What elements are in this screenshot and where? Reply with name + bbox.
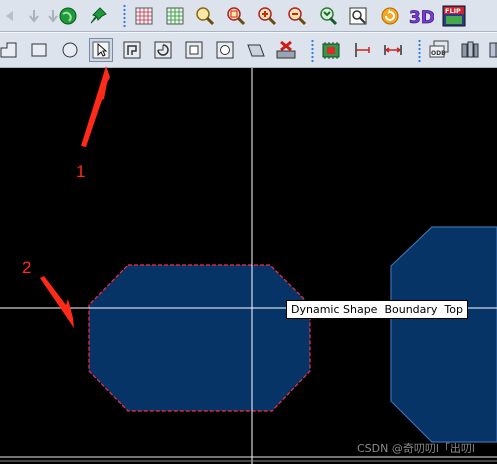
shape-ellipse-void-icon[interactable] [213,38,237,62]
toolbar-separator [418,39,421,63]
flip-label: FLIP [445,7,461,15]
shape-rect-icon[interactable] [27,38,51,62]
watermark: CSDN @奇叨叨l「出叨l [357,442,475,455]
shape-poly-icon[interactable] [0,38,21,62]
zoom-world-icon[interactable] [346,4,370,28]
measure-icon[interactable] [381,38,405,62]
refresh-icon[interactable] [378,4,402,28]
odb-export-icon[interactable]: ODB [427,38,451,62]
layers-icon[interactable] [458,38,482,62]
shape-edit-icon[interactable] [244,38,268,62]
3d-view-label: 3D [409,8,434,27]
zoom-fit-icon[interactable] [193,4,217,28]
shape-tooltip: Dynamic Shape Boundary Top [286,300,468,319]
main-toolbar: 3D FLIP [0,0,497,32]
zoom-in-icon[interactable] [255,4,279,28]
undo-icon[interactable] [0,4,24,28]
dynamic-shape-boundary [88,264,311,412]
shape-rect-void-icon[interactable] [182,38,206,62]
zoom-out-icon[interactable] [285,4,309,28]
shape-voids-icon[interactable] [120,38,144,62]
design-canvas[interactable] [0,68,497,464]
canvas-graphics [0,68,497,464]
annotation-number-1: 1 [76,162,86,181]
grid-alt-icon[interactable] [163,4,187,28]
zoom-icon[interactable] [224,4,248,28]
shape-delete-icon[interactable] [274,38,298,62]
select-shape-icon[interactable] [89,38,113,62]
globe-icon[interactable] [56,4,80,28]
pin-icon[interactable] [86,4,110,28]
odb-label: ODB [431,50,446,57]
grid-icon[interactable] [132,4,156,28]
annotation-number-2: 2 [22,258,32,277]
shape-circle-icon[interactable] [58,38,82,62]
toolbar-separator [311,39,314,63]
zoom-previous-icon[interactable] [316,4,340,28]
dimension-icon[interactable] [350,38,374,62]
3d-view-icon[interactable]: 3D [408,4,434,28]
book-icon[interactable] [484,38,497,62]
toolbar-separator [123,4,126,28]
shape-circle-void-icon[interactable] [151,38,175,62]
flip-icon[interactable]: FLIP [442,4,466,28]
adjacent-shape [390,226,497,443]
component-icon[interactable] [319,38,343,62]
shape-toolbar: ODB [0,32,497,68]
